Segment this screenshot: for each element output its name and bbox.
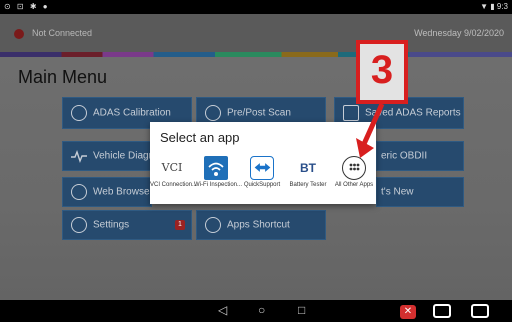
app-name: QuickSupport	[243, 182, 281, 188]
globe-icon	[71, 184, 87, 200]
select-app-dialog: Select an app VCI VCI Connection... Wi-F…	[150, 122, 376, 204]
tile-label: Apps Shortcut	[227, 219, 290, 231]
recording-indicator-icon: ✕	[400, 305, 416, 319]
tile-web-browser[interactable]: Web Browser	[62, 177, 153, 207]
app-option-all-other-apps[interactable]: All Other Apps	[332, 156, 376, 189]
gear-icon	[71, 217, 87, 233]
notification-badge: 1	[175, 220, 185, 230]
app-option-vci[interactable]: VCI VCI Connection...	[150, 156, 198, 189]
battery-tester-icon: BT	[300, 161, 316, 175]
pulse-icon	[71, 148, 87, 164]
back-button[interactable]: ◁	[218, 303, 227, 317]
status-icons-right: ▼ ▮ 9:3	[480, 2, 508, 11]
annotation-arrow-icon	[356, 102, 385, 158]
tile-label: ADAS Calibration	[93, 107, 171, 119]
step-number: 3	[370, 48, 394, 92]
tile-whats-new[interactable]: t's New	[376, 177, 464, 207]
app-name: VCI Connection...	[150, 182, 198, 188]
tile-vehicle-diagnostics[interactable]: Vehicle Diagno	[62, 141, 160, 171]
app-name: Battery Tester	[289, 182, 327, 188]
tile-label: Web Browser	[93, 186, 153, 198]
step-number-callout: 3	[356, 40, 408, 104]
app-name: Wi-Fi Inspection...	[194, 182, 243, 188]
target-icon	[71, 105, 87, 121]
tile-label: Settings	[93, 219, 130, 231]
tile-apps-shortcut[interactable]: Apps Shortcut	[196, 210, 326, 240]
apps-icon	[205, 217, 221, 233]
connection-status: Not Connected	[32, 28, 93, 38]
date-label: Wednesday 9/02/2020	[414, 28, 504, 38]
status-bar: ⊙ ⊡ ✱ ● ▼ ▮ 9:3	[0, 0, 512, 14]
app-name: All Other Apps	[334, 182, 374, 188]
tile-label: t's New	[381, 186, 414, 198]
wifi-icon	[204, 156, 228, 180]
connection-indicator-icon	[14, 29, 24, 39]
recent-apps-button[interactable]: □	[298, 303, 305, 317]
vci-icon: VCI	[161, 161, 183, 174]
status-icons-left: ⊙ ⊡ ✱ ●	[4, 2, 50, 11]
camera-icon[interactable]	[471, 304, 489, 318]
teamviewer-icon	[250, 156, 274, 180]
home-button[interactable]: ○	[258, 303, 265, 317]
scan-icon	[205, 105, 221, 121]
app-option-battery-tester[interactable]: BT Battery Tester	[286, 156, 330, 189]
tile-settings[interactable]: Settings 1	[62, 210, 192, 240]
app-option-wifi-inspection[interactable]: Wi-Fi Inspection...	[194, 156, 243, 189]
app-option-quicksupport[interactable]: QuickSupport	[240, 156, 284, 189]
dialog-title: Select an app	[160, 130, 240, 145]
tile-label: Pre/Post Scan	[227, 107, 291, 119]
app-header: Not Connected Wednesday 9/02/2020	[0, 14, 512, 52]
page-title: Main Menu	[18, 67, 108, 87]
screenshot-camera-icon[interactable]	[433, 304, 451, 318]
